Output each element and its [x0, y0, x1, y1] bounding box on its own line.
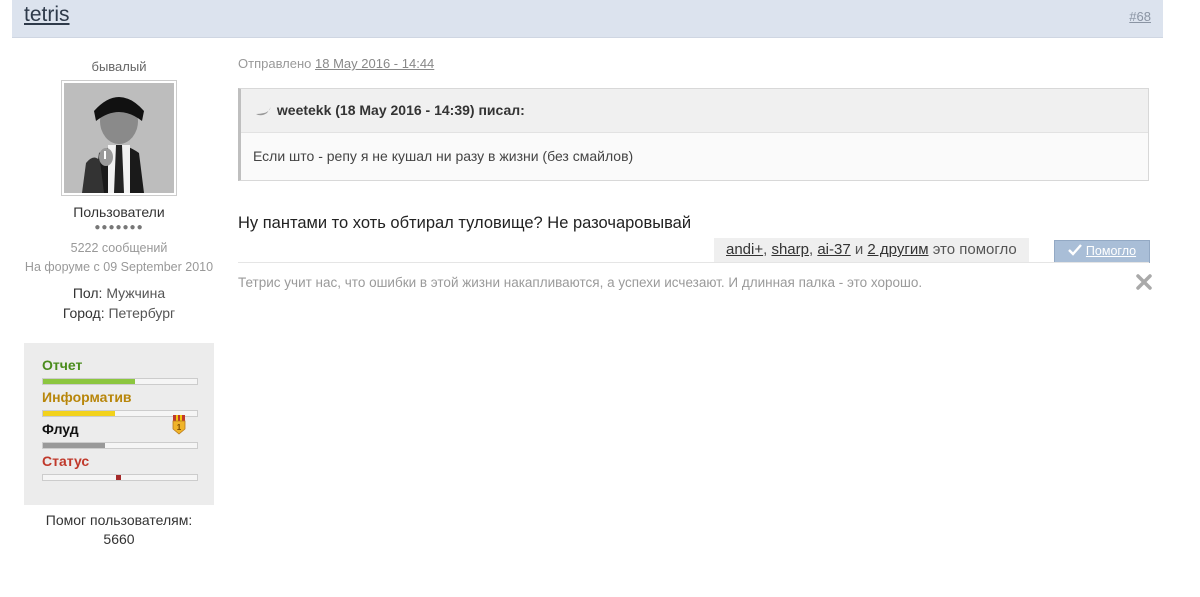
- user-group: Пользователи: [73, 204, 165, 220]
- help-count-label: Помог пользователям:: [45, 512, 193, 528]
- quote-block: weetekk (18 May 2016 - 14:39) писал: Есл…: [238, 88, 1149, 181]
- rep-fill-flood: [43, 443, 105, 448]
- like-user-andi[interactable]: andi+: [726, 241, 763, 258]
- checkmark-icon: [1068, 244, 1082, 256]
- posted-line: Отправлено 18 May 2016 - 14:44: [238, 56, 1151, 71]
- post-message: Ну пантами то хоть обтирал туловище? Не …: [238, 214, 692, 232]
- rep-bar-report: [42, 378, 198, 385]
- rep-row-flood: Флуд 1: [42, 415, 198, 449]
- author-name-link[interactable]: tetris: [24, 3, 70, 27]
- reputation-box: Отчет Информатив Флуд 1 Статус: [24, 343, 214, 505]
- city-value: Петербург: [108, 305, 176, 321]
- member-since: На форуме с 09 September 2010: [24, 260, 214, 274]
- signature-divider: [238, 262, 1149, 263]
- posted-prefix: Отправлено: [238, 56, 312, 71]
- post-content: Отправлено 18 May 2016 - 14:44 weetekk (…: [238, 56, 1151, 290]
- rep-bar-flood: [42, 442, 198, 449]
- avatar[interactable]: [61, 80, 177, 196]
- post-number-link[interactable]: #68: [1129, 9, 1151, 24]
- like-user-ai37[interactable]: ai-37: [817, 241, 850, 258]
- gender-info: Пол: Мужчина: [24, 283, 214, 303]
- post-header: tetris #68: [12, 0, 1163, 38]
- rank-title: бывалый: [91, 59, 147, 74]
- rep-fill-report: [43, 379, 136, 384]
- forum-post: tetris #68 бывалый Пользователи ●●●●●●● …: [12, 0, 1163, 597]
- signature-text: Тетрис учит нас, что ошибки в этой жизни…: [238, 275, 923, 290]
- city-info: Город: Петербург: [24, 303, 214, 323]
- medal-icon: 1: [172, 415, 186, 435]
- likes-bar: andi+, sharp, ai-37 и 2 другим это помог…: [714, 238, 1029, 262]
- rep-fill-informative: [43, 411, 116, 416]
- posted-date-link[interactable]: 18 May 2016 - 14:44: [315, 56, 434, 71]
- rep-row-status: Статус: [42, 453, 198, 481]
- rep-fill-status: [116, 475, 121, 480]
- city-label: Город:: [62, 305, 105, 321]
- gender-value: Мужчина: [106, 285, 166, 301]
- rep-row-informative: Информатив: [42, 389, 198, 417]
- like-suffix: это помогло: [928, 241, 1017, 258]
- quote-header: weetekk (18 May 2016 - 14:39) писал:: [241, 89, 1148, 133]
- rep-label-status: Статус: [42, 453, 90, 469]
- avatar-image: [64, 83, 174, 193]
- help-count-value: 5660: [103, 531, 135, 547]
- rep-row-report: Отчет: [42, 357, 198, 385]
- quote-arrow-icon[interactable]: [255, 105, 273, 117]
- rep-label-informative: Информатив: [42, 389, 132, 405]
- like-and: и: [850, 241, 868, 258]
- like-others-link[interactable]: 2 другим: [867, 241, 928, 258]
- helped-button[interactable]: Помогло: [1054, 240, 1150, 263]
- quote-text: Если што - репу я не кушал ни разу в жиз…: [253, 148, 634, 164]
- medal-number: 1: [177, 423, 182, 432]
- close-icon[interactable]: [1135, 273, 1153, 291]
- rep-label-report: Отчет: [42, 357, 83, 373]
- gender-label: Пол:: [72, 285, 103, 301]
- helped-button-label: Помогло: [1085, 244, 1137, 258]
- rank-pips: ●●●●●●●: [94, 222, 144, 233]
- quote-author: weetekk (18 May 2016 - 14:39) писал:: [276, 102, 525, 118]
- message-count: 5222 сообщений: [70, 241, 168, 255]
- rep-bar-status: [42, 474, 198, 481]
- like-user-sharp[interactable]: sharp: [771, 241, 809, 258]
- author-sidebar: бывалый Пользователи ●●●●●●● 5222 сообще…: [24, 55, 214, 549]
